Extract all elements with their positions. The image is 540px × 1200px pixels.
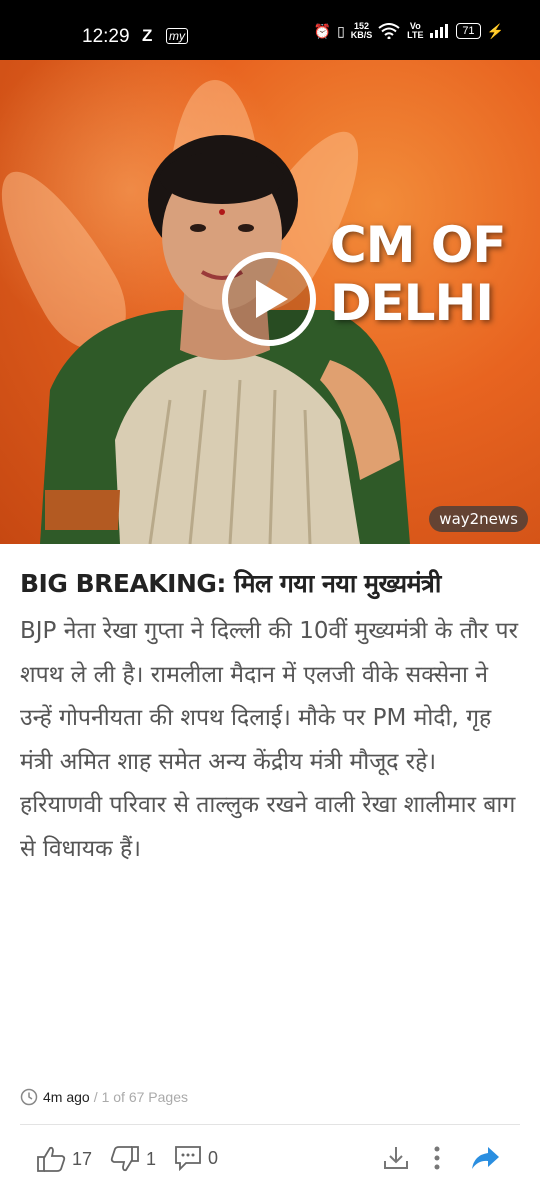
divider <box>20 1124 520 1125</box>
charging-icon: ⚡ <box>486 22 504 39</box>
like-count: 17 <box>72 1148 93 1169</box>
network-speed: 152 KB/S <box>350 21 373 40</box>
meta-separator: / <box>93 1089 98 1105</box>
watermark-badge: way2news <box>429 506 528 532</box>
status-icons: ⏰ ▯ 152 KB/S Vo LTE 71 ⚡ <box>314 22 504 40</box>
download-icon <box>384 1147 408 1169</box>
article-body: BJP नेता रेखा गुप्ता ने दिल्ली की 10वीं … <box>20 618 519 862</box>
article-title: BIG BREAKING: मिल गया नया मुख्यमंत्री <box>20 569 441 598</box>
signal-icon <box>430 24 449 38</box>
status-time: 12:29 <box>82 26 130 47</box>
share-arrow-icon <box>472 1147 499 1169</box>
play-icon <box>256 280 288 318</box>
status-bar: 12:29 Z my ⏰ ▯ 152 KB/S Vo LTE 71 ⚡ <box>0 0 540 60</box>
z-app-icon: Z <box>142 26 153 45</box>
alarm-icon: ⏰ <box>313 22 332 39</box>
time-ago: 4m ago <box>43 1089 90 1105</box>
wifi-icon <box>378 23 400 39</box>
page-count: 1 of 67 Pages <box>101 1089 188 1105</box>
download-button[interactable] <box>382 1145 410 1171</box>
video-thumbnail[interactable]: CM OF DELHI way2news <box>0 60 540 544</box>
comment-count: 0 <box>208 1147 219 1168</box>
thumbnail-headline: CM OF DELHI <box>330 216 507 332</box>
dislike-button[interactable]: 1 <box>110 1145 156 1173</box>
thumbs-down-icon <box>110 1146 139 1172</box>
clock-icon <box>20 1088 38 1106</box>
more-options-button[interactable] <box>432 1145 442 1171</box>
action-bar: 17 1 0 <box>36 1145 506 1177</box>
volte-icon: Vo LTE <box>407 21 424 40</box>
play-button[interactable] <box>222 252 316 346</box>
article-meta: 4m ago / 1 of 67 Pages <box>20 1088 188 1106</box>
dislike-count: 1 <box>146 1148 157 1169</box>
comment-icon <box>175 1146 201 1171</box>
thumbs-up-icon <box>37 1146 66 1172</box>
share-button[interactable] <box>470 1145 500 1171</box>
comment-button[interactable]: 0 <box>174 1145 218 1171</box>
my-app-icon: my <box>166 28 188 44</box>
like-button[interactable]: 17 <box>36 1145 92 1173</box>
vibrate-icon: ▯ <box>337 22 345 39</box>
battery-indicator: 71 <box>456 23 481 39</box>
more-vertical-icon <box>434 1146 440 1170</box>
